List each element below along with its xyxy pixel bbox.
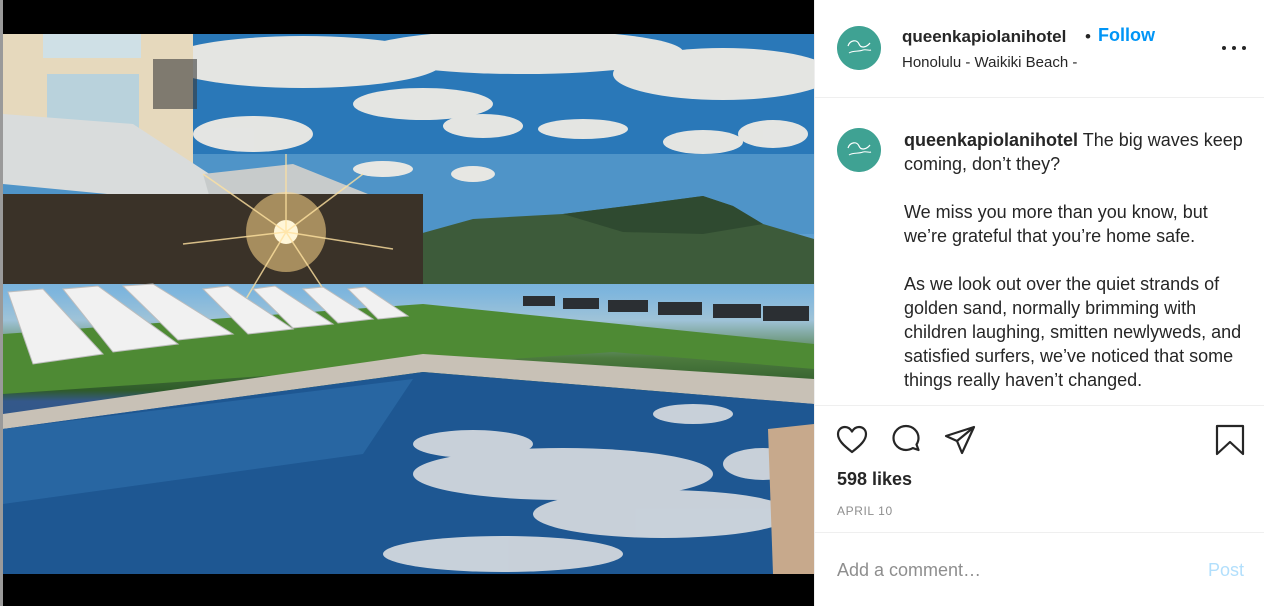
post-side-panel: queenkapiolanihotel • Follow Honolulu - … [814, 0, 1264, 606]
comment-bar: Post [815, 533, 1264, 606]
pool-mountain-photo [3, 34, 814, 574]
caption-section: queenkapiolanihotel The big waves keep c… [815, 98, 1264, 406]
post-caption: queenkapiolanihotel The big waves keep c… [904, 128, 1244, 405]
caption-paragraph: As we look out over the quiet strands of… [904, 274, 1242, 390]
post-location[interactable]: Honolulu - Waikiki Beach - [902, 54, 1077, 71]
caption-avatar[interactable] [837, 128, 881, 172]
post-author-username[interactable]: queenkapiolanihotel [902, 27, 1066, 47]
post-header: queenkapiolanihotel • Follow Honolulu - … [815, 0, 1264, 98]
bookmark-icon[interactable] [1213, 423, 1247, 457]
heart-icon[interactable] [835, 423, 869, 457]
share-icon[interactable] [943, 423, 977, 457]
likes-count[interactable]: 598 likes [837, 469, 912, 490]
more-options-icon[interactable] [1219, 36, 1249, 60]
post-media [0, 0, 814, 606]
comment-input[interactable] [837, 557, 1167, 583]
post-photo[interactable] [3, 34, 814, 574]
post-actions: 598 likes APRIL 10 [815, 407, 1264, 533]
comment-icon[interactable] [889, 423, 923, 457]
hotel-logo-icon [837, 128, 881, 172]
separator-dot: • [1085, 27, 1091, 46]
follow-button[interactable]: Follow [1098, 25, 1155, 46]
caption-paragraph: We miss you more than you know, but we’r… [904, 202, 1208, 246]
post-date[interactable]: APRIL 10 [837, 504, 893, 518]
avatar[interactable] [837, 26, 881, 70]
caption-paragraph: queenkapiolanihotel The big waves keep c… [904, 128, 1244, 176]
post-comment-button[interactable]: Post [1208, 560, 1244, 581]
caption-username[interactable]: queenkapiolanihotel [904, 130, 1078, 150]
hotel-logo-icon [837, 26, 881, 70]
